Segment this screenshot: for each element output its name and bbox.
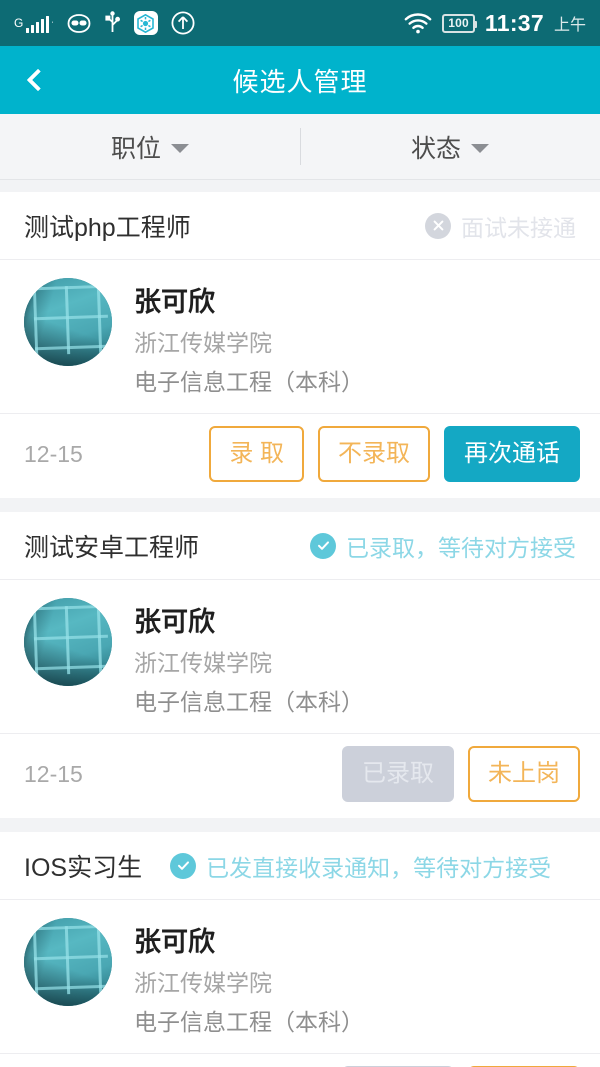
candidate-card[interactable]: 测试安卓工程师 已录取，等待对方接受张可欣浙江传媒学院电子信息工程（本科） 12-1… xyxy=(0,512,600,818)
candidate-school: 浙江传媒学院 xyxy=(134,650,272,676)
list-top-spacer xyxy=(0,180,600,192)
carrier-letter: G xyxy=(14,16,24,30)
card-actions: 录 取不录取 再次通话 xyxy=(209,426,580,482)
clock: 11:37 xyxy=(484,9,544,36)
candidate-name: 张可欣 xyxy=(134,927,215,957)
usb-icon xyxy=(104,11,121,35)
app-bar: 候选人管理 xyxy=(0,46,600,114)
check-circle-icon xyxy=(170,852,197,879)
status-label: 已录取，等待对方接受 xyxy=(346,534,576,561)
upload-icon xyxy=(171,11,195,35)
face-icon xyxy=(67,13,91,33)
avatar[interactable] xyxy=(24,278,112,366)
candidate-info: 张可欣浙江传媒学院电子信息工程（本科） xyxy=(134,278,364,397)
action-button[interactable]: 未上岗 xyxy=(468,746,580,802)
candidate-card[interactable]: IOS实习生 已发直接收录通知，等待对方接受张可欣浙江传媒学院电子信息工程（本科）… xyxy=(0,832,600,1067)
chevron-down-icon xyxy=(171,144,189,153)
card-date: 12-15 xyxy=(24,760,83,787)
card-header: IOS实习生 已发直接收录通知，等待对方接受 xyxy=(0,832,600,900)
candidate-info: 张可欣浙江传媒学院电子信息工程（本科） xyxy=(134,598,364,717)
card-footer: 12-15 录 取不录取 再次通话 xyxy=(0,413,600,498)
action-button[interactable]: 录 取 xyxy=(209,426,304,482)
action-button[interactable]: 已录取 xyxy=(342,746,454,802)
card-header: 测试安卓工程师 已录取，等待对方接受 xyxy=(0,512,600,580)
candidate-card[interactable]: 测试php工程师 面试未接通张可欣浙江传媒学院电子信息工程（本科） 12-15 录 取… xyxy=(0,192,600,498)
filter-position[interactable]: 职位 xyxy=(0,114,300,179)
candidate-major: 电子信息工程（本科） xyxy=(134,689,364,715)
job-title: 测试php工程师 xyxy=(24,213,191,242)
app-root: G ˌ 100 11:37 上午 候选人管理 职位 状态 测试php工程师 面试… xyxy=(0,0,600,1067)
card-footer: 已录取未上岗 xyxy=(0,1053,600,1067)
status-badge: 面试未接通 xyxy=(425,209,576,243)
chevron-down-icon xyxy=(471,144,489,153)
candidate-name: 张可欣 xyxy=(134,607,215,637)
card-body: 张可欣浙江传媒学院电子信息工程（本科） xyxy=(0,260,600,413)
check-circle-icon xyxy=(310,532,336,559)
candidate-major: 电子信息工程（本科） xyxy=(134,1009,364,1035)
card-body: 张可欣浙江传媒学院电子信息工程（本科） xyxy=(0,900,600,1053)
x-circle-icon xyxy=(425,212,451,239)
candidate-school: 浙江传媒学院 xyxy=(134,970,272,996)
action-button[interactable]: 再次通话 xyxy=(444,426,580,482)
action-button[interactable]: 不录取 xyxy=(318,426,430,482)
candidate-list[interactable]: 测试php工程师 面试未接通 张可欣 浙江传媒学院 电子信息工程（本科） 12-15 录 取… xyxy=(0,192,600,1067)
back-button[interactable] xyxy=(0,46,70,114)
signal-icon: G ˌ xyxy=(14,13,54,33)
avatar[interactable] xyxy=(24,918,112,1006)
wifi-icon xyxy=(404,12,432,34)
status-bar-left-icons: G ˌ xyxy=(14,11,195,35)
page-title: 候选人管理 xyxy=(232,66,368,97)
card-actions: 已录取未上岗 xyxy=(342,746,580,802)
card-date: 12-15 xyxy=(24,440,83,467)
candidate-info: 张可欣浙江传媒学院电子信息工程（本科） xyxy=(134,918,364,1037)
candidate-name: 张可欣 xyxy=(134,287,215,317)
filter-position-label: 职位 xyxy=(110,134,161,163)
status-bar-right-icons: 100 11:37 上午 xyxy=(404,10,586,37)
filter-bar: 职位 状态 xyxy=(0,114,600,180)
candidate-major: 电子信息工程（本科） xyxy=(134,369,364,395)
avatar[interactable] xyxy=(24,598,112,686)
card-footer: 12-15 已录取 未上岗 xyxy=(0,733,600,818)
status-badge: 已录取，等待对方接受 xyxy=(310,529,576,563)
status-label: 面试未接通 xyxy=(461,214,576,241)
card-header: 测试php工程师 面试未接通 xyxy=(0,192,600,260)
job-title: 测试安卓工程师 xyxy=(24,533,200,562)
chevron-left-icon xyxy=(26,68,50,92)
status-label: 已发直接收录通知，等待对方接受 xyxy=(206,854,552,881)
battery-icon: 100 xyxy=(442,13,477,33)
filter-status[interactable]: 状态 xyxy=(300,114,600,179)
filter-status-label: 状态 xyxy=(410,134,461,163)
nfc-icon xyxy=(133,11,158,35)
status-badge: 已发直接收录通知，等待对方接受 xyxy=(170,849,551,883)
job-title: IOS实习生 xyxy=(24,853,143,882)
clock-ampm: 上午 xyxy=(553,17,586,34)
card-body: 张可欣浙江传媒学院电子信息工程（本科） xyxy=(0,580,600,733)
candidate-school: 浙江传媒学院 xyxy=(134,330,272,356)
status-bar: G ˌ 100 11:37 上午 xyxy=(0,0,600,46)
